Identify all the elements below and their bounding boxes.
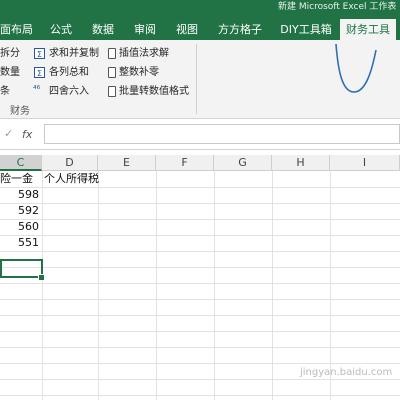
column-header-h[interactable]: H <box>272 155 330 171</box>
column-header-c[interactable]: C <box>0 155 42 171</box>
document-icon <box>108 48 116 59</box>
document-icon <box>108 67 116 78</box>
tab-diy-toolbox[interactable]: DIY工具箱 <box>276 19 336 40</box>
pen-annotation <box>335 43 377 93</box>
column-header-g[interactable]: G <box>214 155 272 171</box>
cell-c4[interactable]: 560 <box>0 219 39 235</box>
cancel-icon[interactable]: ✓ <box>4 127 13 140</box>
interpolation-solve-button[interactable]: 插值法求解 <box>119 47 169 60</box>
sum-icon: Σ <box>34 48 45 59</box>
column-header-e[interactable]: E <box>98 155 156 171</box>
group-label-finance: 财务 <box>10 106 30 117</box>
tab-view[interactable]: 视图 <box>170 19 204 40</box>
round-half-even-button[interactable]: 四舍六入 <box>49 85 89 98</box>
window-title: 新建 Microsoft Excel 工作表 <box>278 2 397 12</box>
tab-page-layout[interactable]: 面布局 <box>0 19 33 40</box>
column-header-f[interactable]: F <box>156 155 214 171</box>
column-header-d[interactable]: D <box>42 155 98 171</box>
fill-handle[interactable] <box>38 274 45 281</box>
group-divider <box>196 44 197 114</box>
tab-formulas[interactable]: 公式 <box>44 19 78 40</box>
cell-c5[interactable]: 551 <box>0 235 39 251</box>
batch-to-number-button[interactable]: 批量转数值格式 <box>119 85 189 98</box>
tab-review[interactable]: 审阅 <box>128 19 162 40</box>
document-icon <box>108 86 116 97</box>
title-bar: 新建 Microsoft Excel 工作表 面布局 公式 数据 审阅 视图 方… <box>0 0 400 40</box>
grid-lines <box>0 171 400 400</box>
formula-input[interactable] <box>44 124 400 144</box>
ribbon-split[interactable]: 拆分 <box>0 47 20 60</box>
tab-finance-tools[interactable]: 财务工具 <box>340 19 396 40</box>
cell-d1[interactable]: 个人所得税 <box>44 171 99 187</box>
fx-icon[interactable]: fx <box>22 128 32 141</box>
round-icon: ⁴⁶ <box>33 85 41 95</box>
watermark: jingyan.baidu.com <box>300 367 393 378</box>
cell-c3[interactable]: 592 <box>0 203 39 219</box>
tab-fangfang[interactable]: 方方格子 <box>214 19 266 40</box>
ribbon-quantity[interactable]: 数量 <box>0 66 20 79</box>
cell-c2[interactable]: 598 <box>0 187 39 203</box>
ribbon-strip[interactable]: 条 <box>0 85 10 98</box>
formula-bar: ✓ fx <box>0 119 400 150</box>
worksheet-grid[interactable]: 险一金 个人所得税 598 592 560 551 jingyan.baidu.… <box>0 171 400 400</box>
tab-data[interactable]: 数据 <box>86 19 120 40</box>
sum-and-copy-button[interactable]: 求和并复制 <box>49 47 99 60</box>
cell-c1[interactable]: 险一金 <box>0 171 42 187</box>
active-cell-selection[interactable] <box>0 259 43 278</box>
integer-zero-pad-button[interactable]: 整数补零 <box>119 66 159 79</box>
column-header-i[interactable]: I <box>330 155 400 171</box>
sum-icon: Σ <box>34 67 45 78</box>
column-totals-button[interactable]: 各列总和 <box>49 66 89 79</box>
ribbon: 拆分 数量 条 Σ 求和并复制 Σ 各列总和 ⁴⁶ 四舍六入 插值法求解 整数补… <box>0 40 400 119</box>
